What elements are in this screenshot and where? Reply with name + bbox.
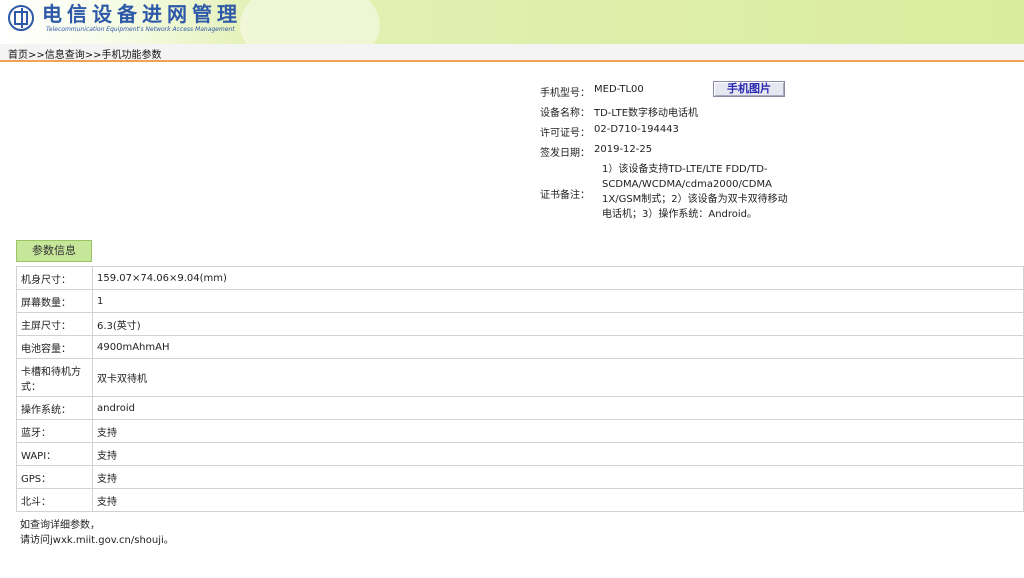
- table-row: 卡槽和待机方式： 双卡双待机: [16, 358, 1024, 397]
- date-label: 签发日期：: [540, 148, 590, 159]
- param-key: 屏幕数量：: [16, 289, 93, 313]
- table-row: 机身尺寸： 159.07×74.06×9.04(mm): [16, 266, 1024, 290]
- phone-photo-button[interactable]: 手机图片: [713, 81, 785, 97]
- param-value: 1: [92, 289, 1024, 313]
- table-row: 电池容量： 4900mAhmAH: [16, 335, 1024, 359]
- param-value: 支持: [92, 419, 1024, 443]
- notes-label: 证书备注：: [540, 190, 590, 201]
- param-key: WAPI：: [16, 442, 93, 466]
- footer-note: 如查询详细参数， 请访问jwxk.miit.gov.cn/shouji。: [20, 518, 174, 548]
- breadcrumb-bar: 首页>>信息查询>>手机功能参数: [0, 44, 1024, 62]
- site-subtitle: Telecommunication Equipment's Network Ac…: [46, 26, 235, 33]
- header-banner: 电信设备进网管理 Telecommunication Equipment's N…: [0, 0, 1024, 44]
- param-key: GPS：: [16, 465, 93, 489]
- license-label: 许可证号：: [540, 128, 590, 139]
- logo-icon: [8, 5, 34, 31]
- site-title: 电信设备进网管理: [42, 2, 242, 26]
- date-value: 2019-12-25: [594, 144, 653, 155]
- banner-decoration: [240, 0, 380, 44]
- table-row: 北斗： 支持: [16, 488, 1024, 512]
- param-key: 电池容量：: [16, 335, 93, 359]
- table-row: WAPI： 支持: [16, 442, 1024, 466]
- table-row: 蓝牙： 支持: [16, 419, 1024, 443]
- param-key: 机身尺寸：: [16, 266, 93, 290]
- param-key: 主屏尺寸：: [16, 312, 93, 336]
- params-table: 机身尺寸： 159.07×74.06×9.04(mm) 屏幕数量： 1 主屏尺寸…: [16, 266, 1024, 512]
- param-value: 支持: [92, 488, 1024, 512]
- params-tab[interactable]: 参数信息: [16, 240, 92, 262]
- device-name-value: TD-LTE数字移动电话机: [594, 108, 699, 119]
- notes-value: 1）该设备支持TD-LTE/LTE FDD/TD-SCDMA/WCDMA/cdm…: [602, 164, 788, 220]
- param-value: 支持: [92, 442, 1024, 466]
- device-name-label: 设备名称：: [540, 108, 590, 119]
- table-row: 主屏尺寸： 6.3(英寸): [16, 312, 1024, 336]
- param-key: 卡槽和待机方式：: [16, 358, 93, 397]
- param-key: 蓝牙：: [16, 419, 93, 443]
- license-value: 02-D710-194443: [594, 124, 679, 135]
- model-value: MED-TL00: [594, 84, 644, 95]
- breadcrumb[interactable]: 首页>>信息查询>>手机功能参数: [8, 46, 162, 61]
- param-value: 6.3(英寸): [92, 312, 1024, 336]
- param-value: 4900mAhmAH: [92, 335, 1024, 359]
- model-label: 手机型号：: [540, 88, 590, 99]
- table-row: GPS： 支持: [16, 465, 1024, 489]
- footer-line-1: 如查询详细参数，: [20, 520, 100, 531]
- param-value: 159.07×74.06×9.04(mm): [92, 266, 1024, 290]
- footer-line-2: 请访问jwxk.miit.gov.cn/shouji。: [20, 535, 174, 546]
- param-key: 北斗：: [16, 488, 93, 512]
- param-value: android: [92, 396, 1024, 420]
- table-row: 操作系统： android: [16, 396, 1024, 420]
- param-value: 双卡双待机: [92, 358, 1024, 397]
- param-value: 支持: [92, 465, 1024, 489]
- table-row: 屏幕数量： 1: [16, 289, 1024, 313]
- param-key: 操作系统：: [16, 396, 93, 420]
